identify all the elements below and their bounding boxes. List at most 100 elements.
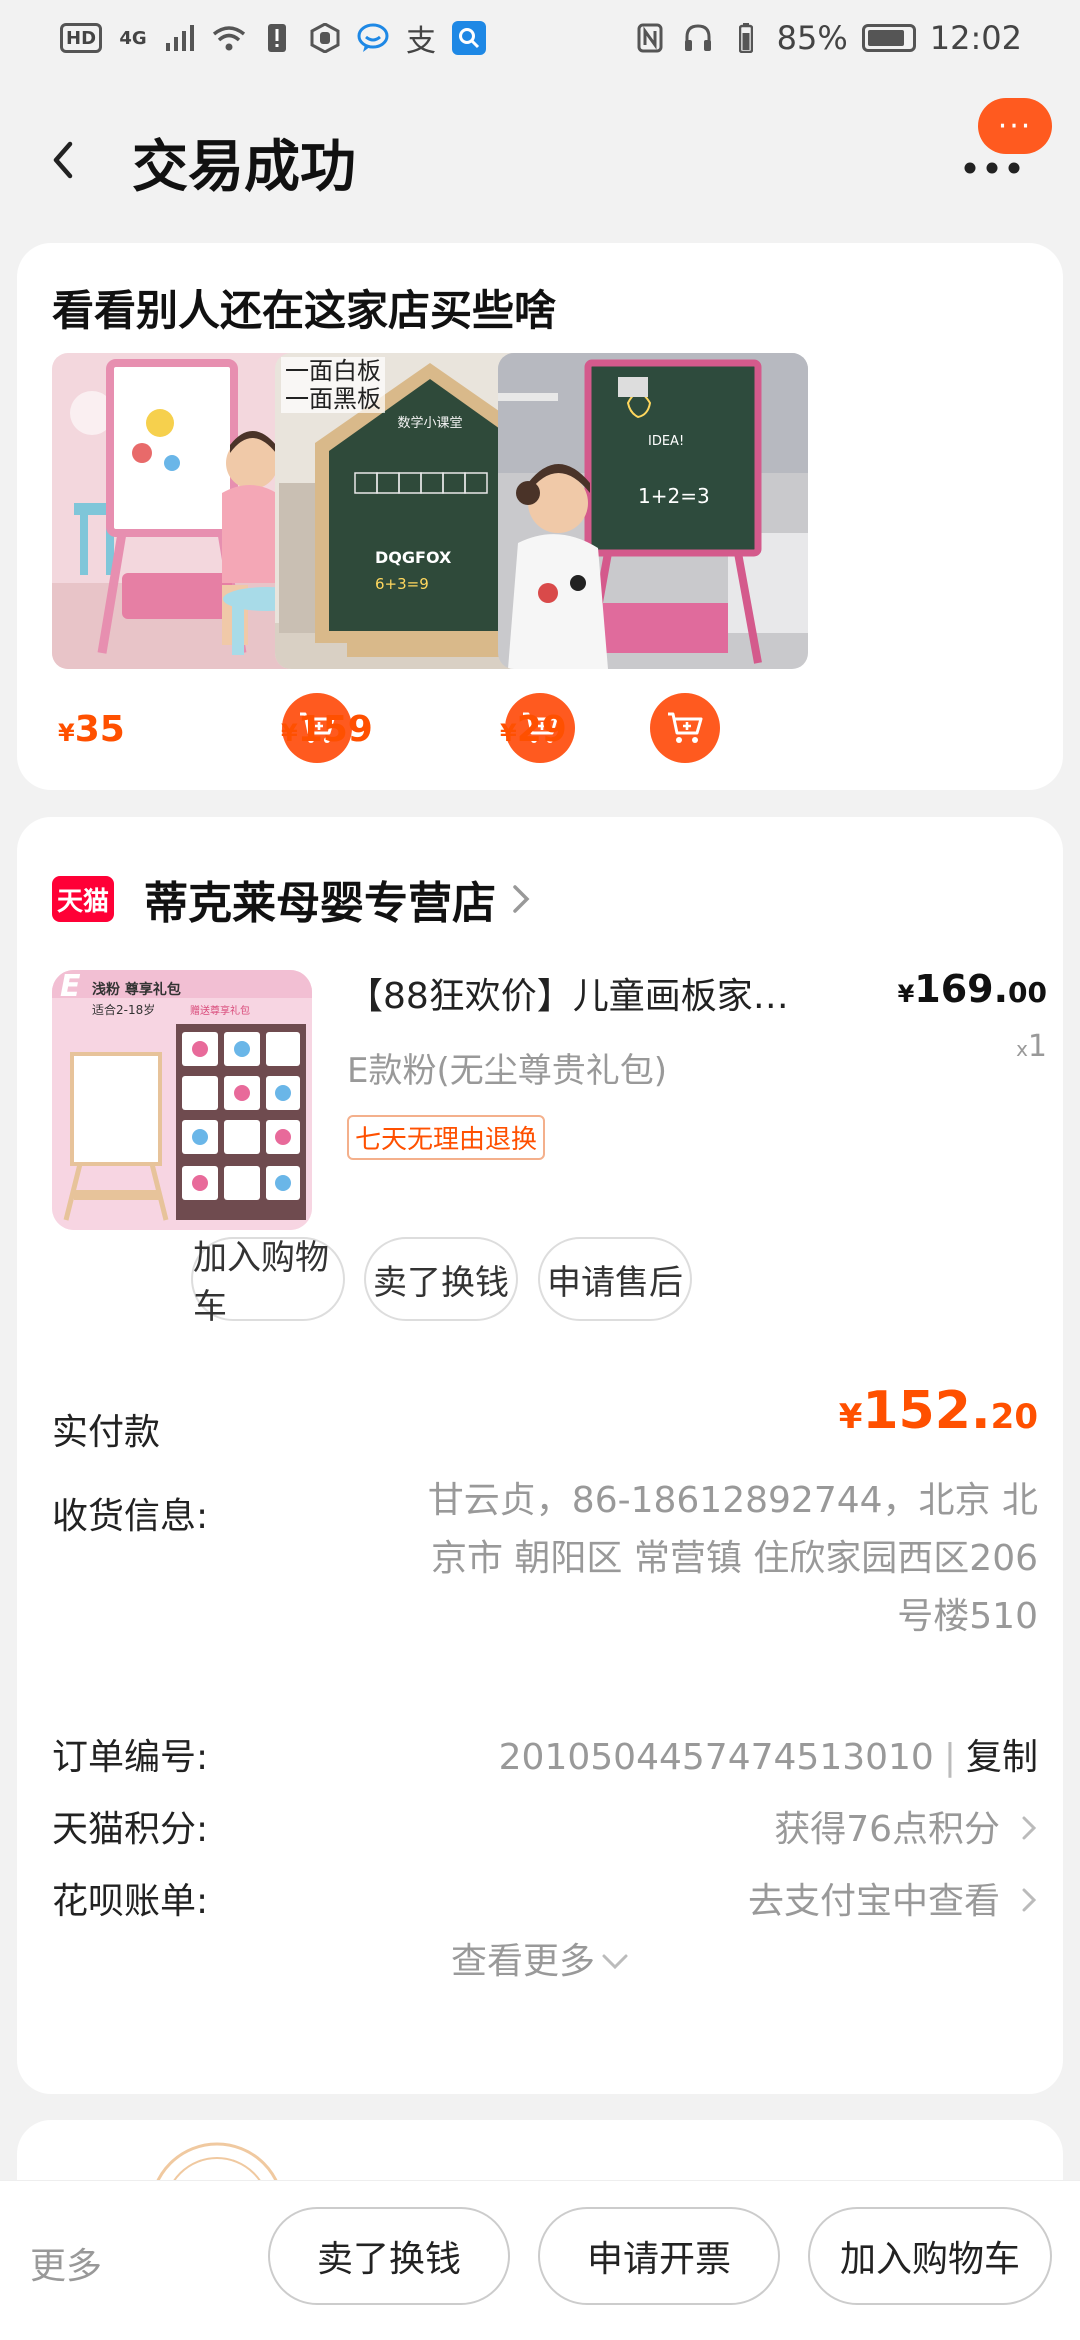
recommend-card: 看看别人还在这家店买些啥 ¥35 数学小课堂 DQGFOX 6+3=9 一面白板… — [17, 243, 1063, 790]
battery-small-icon — [729, 21, 763, 55]
see-more-label: 查看更多 — [450, 1941, 595, 1982]
tmall-logo: 天猫 — [52, 876, 114, 922]
recommend-item[interactable]: IDEA! 1+2=3 ¥29 — [498, 353, 808, 763]
points-value: 获得76点积分 — [774, 1809, 1000, 1850]
status-bar-left: HD 4G 支 — [60, 21, 487, 59]
cart-plus-icon — [668, 712, 703, 743]
network-type-icon: 4G — [119, 27, 147, 49]
shop-header[interactable]: 天猫 蒂克莱母婴专营店 — [52, 867, 532, 931]
image-tag: 一面白板 一面黑板 — [281, 357, 385, 413]
status-bar: HD 4G 支 85% 12:02 — [0, 0, 1080, 76]
board-letters: DQGFOX — [375, 548, 452, 567]
battery-percent: 85% — [776, 19, 848, 57]
product-spec: E款粉(无尘尊贵礼包) — [347, 1051, 668, 1091]
price-cents: 00 — [1008, 976, 1047, 1009]
product-image-note: 赠送尊享礼包 — [190, 1004, 250, 1017]
chevron-down-icon — [602, 1954, 628, 1970]
header: 交易成功 ··· — [0, 90, 1080, 230]
hand-icon — [308, 21, 342, 55]
payment-label: 实付款 — [52, 1412, 161, 1453]
alert-icon — [260, 21, 294, 55]
signal-icon — [164, 21, 198, 55]
battery-icon — [861, 24, 916, 52]
wifi-icon — [212, 21, 246, 55]
huabei-row[interactable]: 去支付宝中查看 — [748, 1872, 1038, 1924]
order-number-row: 2010504457474513010 | 复制 — [499, 1728, 1038, 1780]
sell-item-button[interactable]: 卖了换钱 — [268, 2207, 510, 2305]
address-line: 号楼510 — [897, 1596, 1038, 1637]
more-options-icon[interactable] — [960, 150, 1024, 180]
page-title: 交易成功 — [132, 135, 356, 200]
board-heading: 数学小课堂 — [397, 415, 462, 431]
back-arrow-icon[interactable] — [44, 136, 84, 184]
currency-symbol: ¥ — [897, 980, 915, 1008]
points-row[interactable]: 获得76点积分 — [774, 1800, 1038, 1852]
points-label: 天猫积分: — [52, 1809, 209, 1850]
more-button[interactable]: 更多 — [30, 2237, 102, 2289]
currency-symbol: ¥ — [281, 719, 298, 747]
product-image[interactable]: E 浅粉 尊享礼包 适合2-18岁 赠送尊享礼包 — [52, 970, 312, 1230]
chat-icon — [356, 21, 390, 55]
currency-symbol: ¥ — [58, 719, 75, 747]
price-value: 29 — [516, 709, 567, 750]
shop-name[interactable]: 蒂克莱母婴专营店 — [144, 867, 496, 931]
recommend-price: ¥29 — [500, 709, 567, 750]
chevron-right-icon — [513, 885, 530, 913]
add-to-cart-button[interactable]: 加入购物车 — [191, 1237, 345, 1327]
product-price: ¥169.00 — [898, 967, 1047, 1011]
battery-level — [867, 30, 904, 46]
amount-integer: 152. — [862, 1381, 991, 1441]
quantity-x: x — [1016, 1037, 1028, 1061]
clock: 12:02 — [929, 19, 1022, 57]
recommend-title: 看看别人还在这家店买些啥 — [52, 286, 557, 335]
return-policy-badge: 七天无理由退换 — [347, 1115, 546, 1160]
nfc-icon — [633, 21, 667, 55]
hd-icon: HD — [60, 23, 103, 53]
recommend-price: ¥159 — [281, 709, 373, 750]
request-invoice-button[interactable]: 申请开票 — [538, 2207, 780, 2305]
search-icon — [452, 21, 487, 55]
image-tag-line: 一面黑板 — [285, 385, 381, 413]
board-idea: IDEA! — [648, 434, 684, 449]
price-integer: 169. — [914, 967, 1009, 1011]
huabei-label: 花呗账单: — [52, 1881, 209, 1922]
shipping-label: 收货信息: — [52, 1496, 209, 1537]
add-to-cart-button[interactable] — [650, 693, 720, 763]
chevron-right-icon — [1022, 1888, 1037, 1912]
address-line: 甘云贞，86-18612892744，北京 北 — [427, 1480, 1038, 1521]
product-image-subtitle: 适合2-18岁 — [92, 1002, 155, 1017]
board-math: 6+3=9 — [375, 575, 429, 593]
order-card: 天猫 蒂克莱母婴专营店 E 浅粉 尊享礼包 适合2-18岁 赠送尊享礼包 【88… — [17, 817, 1063, 2094]
price-value: 159 — [297, 709, 373, 750]
recommend-price: ¥35 — [58, 709, 125, 750]
status-bar-right: 85% 12:02 — [633, 19, 1022, 57]
address-line: 京市 朝阳区 常营镇 住欣家园西区206 — [430, 1538, 1038, 1579]
product-quantity: x1 — [1016, 1029, 1047, 1064]
message-bubble-icon[interactable]: ··· — [978, 98, 1052, 154]
product-image-title: 浅粉 尊享礼包 — [92, 981, 181, 998]
price-value: 35 — [74, 709, 125, 750]
amount-cents: 20 — [990, 1397, 1038, 1437]
product-image-green-board[interactable]: IDEA! 1+2=3 — [498, 353, 808, 669]
sell-item-button[interactable]: 卖了换钱 — [364, 1237, 518, 1321]
huabei-value: 去支付宝中查看 — [747, 1881, 1000, 1922]
order-number: 2010504457474513010 — [498, 1737, 934, 1778]
separator: | — [943, 1737, 956, 1778]
currency-symbol: ¥ — [500, 719, 517, 747]
quantity-value: 1 — [1027, 1029, 1047, 1064]
chevron-right-icon — [1022, 1816, 1037, 1840]
svg-text:E: E — [60, 970, 81, 1004]
board-math: 1+2=3 — [638, 484, 710, 508]
bottom-action-bar: 更多 卖了换钱 申请开票 加入购物车 — [0, 2180, 1080, 2340]
product-name[interactable]: 【88狂欢价】儿童画板家… — [347, 967, 867, 1019]
order-number-label: 订单编号: — [52, 1737, 209, 1778]
shipping-address: 甘云贞，86-18612892744，北京 北 京市 朝阳区 常营镇 住欣家园西… — [358, 1472, 1038, 1646]
currency-symbol: ¥ — [838, 1397, 863, 1437]
add-to-cart-button[interactable]: 加入购物车 — [808, 2207, 1052, 2305]
image-tag-line: 一面白板 — [285, 357, 381, 385]
payment-amount: ¥152.20 — [839, 1381, 1038, 1441]
headphones-icon — [681, 21, 715, 55]
copy-button[interactable]: 复制 — [966, 1737, 1038, 1778]
after-sales-button[interactable]: 申请售后 — [538, 1237, 692, 1321]
see-more-button[interactable]: 查看更多 — [17, 1932, 1063, 1984]
